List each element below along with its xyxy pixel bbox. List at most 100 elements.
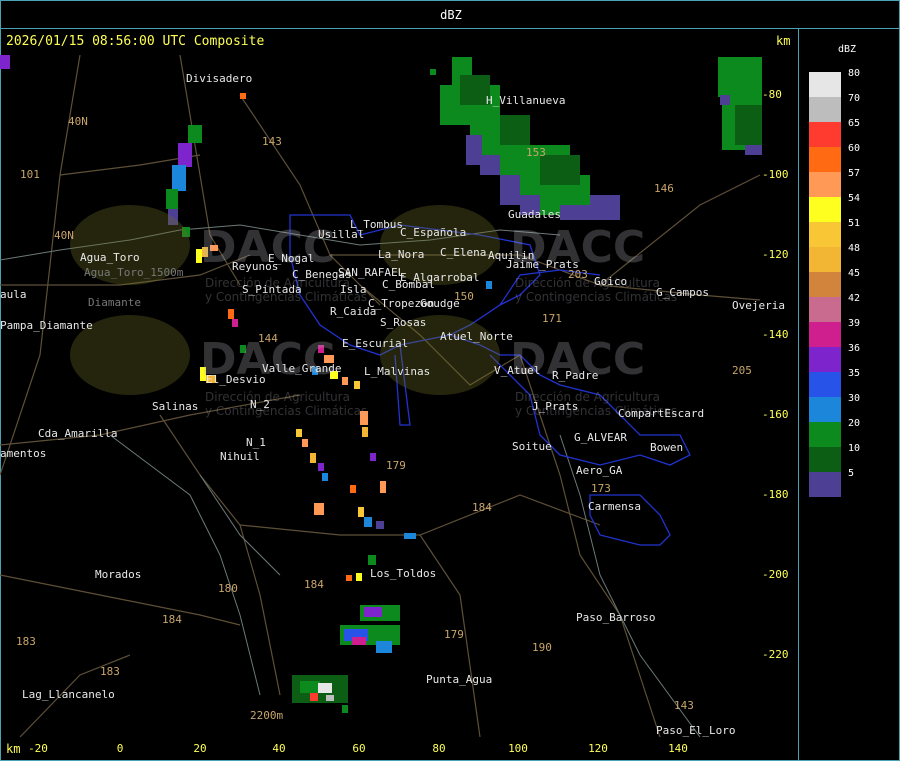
place-label: S_Rosas [380,316,427,329]
legend-swatch [809,372,841,397]
place-label: H_Villanueva [486,94,566,107]
route-label: 183 [16,635,36,648]
legend-value-label: 42 [848,293,861,304]
place-label: Soitue [512,440,552,453]
place-label: Cda_Amarilla [38,427,118,440]
route-label: 180 [218,582,238,595]
legend-value-label: 48 [848,243,861,254]
route-label: 143 [262,135,282,148]
place-label: N_2 [250,398,270,411]
x-tick-label: -20 [28,742,48,755]
watermark-line2-3: y Contingencias Climáticas [205,404,368,418]
y-tick-label: -160 [762,408,789,421]
place-label: E_Nogal [268,252,315,265]
legend-value-label: 57 [848,168,861,179]
legend-value-label: 5 [848,468,855,479]
legend-value-label: 45 [848,268,861,279]
place-label: Pampa_Diamante [0,319,93,332]
legend-swatch [809,147,841,172]
place-label: La_Nora [378,248,425,261]
place-label: Lag_Llancanelo [22,688,115,701]
route-label: 144 [258,332,278,345]
legend-value-label: 20 [848,418,861,429]
place-label: C_Bombal [382,278,435,291]
route-label: 183 [100,665,120,678]
place-label: CompartEscard [618,407,705,420]
place-label: Valle_Grande [262,362,342,375]
place-label: Diamante [88,296,141,309]
legend-swatch [809,247,841,272]
x-tick-label: 120 [588,742,608,755]
y-tick-label: -100 [762,168,789,181]
place-label: L_Tombus [350,218,403,231]
place-label: Carmensa [588,500,641,513]
legend-title: dBZ [838,44,857,55]
legend-swatch [809,72,841,97]
legend-swatch [809,172,841,197]
legend-swatch [809,272,841,297]
place-label: amentos [0,447,47,460]
route-label: 179 [386,459,406,472]
place-label: S_Pintada [242,283,302,296]
route-label: 153 [526,146,546,159]
place-label: J_Prats [532,400,579,413]
route-label: 146 [654,182,674,195]
route-label: 143 [674,699,694,712]
legend-value-label: 10 [848,443,861,454]
place-label: Aero_GA [576,464,623,477]
route-label: 184 [304,578,324,591]
timestamp-label: 2026/01/15 08:56:00 UTC Composite [6,34,265,49]
place-label: Atuel_Norte [440,330,513,343]
route-label: 173 [591,482,611,495]
place-label: Agua_Toro_1500m [84,266,184,279]
legend-value-label: 51 [848,218,861,229]
route-label: 150 [454,290,474,303]
place-label: Salinas [152,400,199,413]
place-label: Divisadero [186,72,253,85]
legend-swatch [809,422,841,447]
legend-swatch [809,322,841,347]
legend-value-label: 30 [848,393,861,404]
legend-swatch [809,347,841,372]
legend-swatch [809,447,841,472]
route-label: 40N [54,229,74,242]
legend-swatch [809,97,841,122]
place-label: Paso_Barroso [576,611,656,624]
legend-value-label: 80 [848,68,861,79]
legend-swatch [809,472,841,497]
place-label: G_ALVEAR [574,431,627,444]
place-label: Los_Toldos [370,567,437,580]
x-tick-label: 80 [432,742,446,755]
place-label: L_Malvinas [364,365,431,378]
title-bar: dBZ [0,0,900,29]
place-label: aula [0,288,27,301]
place-label: Morados [95,568,142,581]
place-label: El_Desvio [206,373,266,386]
route-label: 179 [444,628,464,641]
y-tick-label: -220 [762,648,789,661]
x-tick-label: 100 [508,742,528,755]
x-tick-label: 20 [193,742,207,755]
legend-value-label: 35 [848,368,861,379]
legend-value-label: 36 [848,343,861,354]
y-tick-label: -80 [762,88,782,101]
route-label: 101 [20,168,40,181]
place-label: V_Atuel [494,364,541,377]
route-label: 171 [542,312,562,325]
place-label: Goico [594,275,628,288]
route-label: 40N [68,115,88,128]
x-tick-label: 40 [272,742,286,755]
y-tick-label: -120 [762,248,789,261]
legend-swatch [809,122,841,147]
x-tick-label: 0 [116,742,124,755]
place-label: Nihuil [220,450,260,463]
place-label: Isla [340,283,367,296]
place-label: N_1 [246,436,266,449]
place-label: Agua_Toro [80,251,140,264]
window-title: dBZ [440,8,462,22]
place-label: R_Padre [552,369,599,382]
unit-label-top: km [776,34,791,48]
route-label: 205 [732,364,752,377]
y-tick-label: -140 [762,328,789,341]
y-tick-label: -200 [762,568,789,581]
